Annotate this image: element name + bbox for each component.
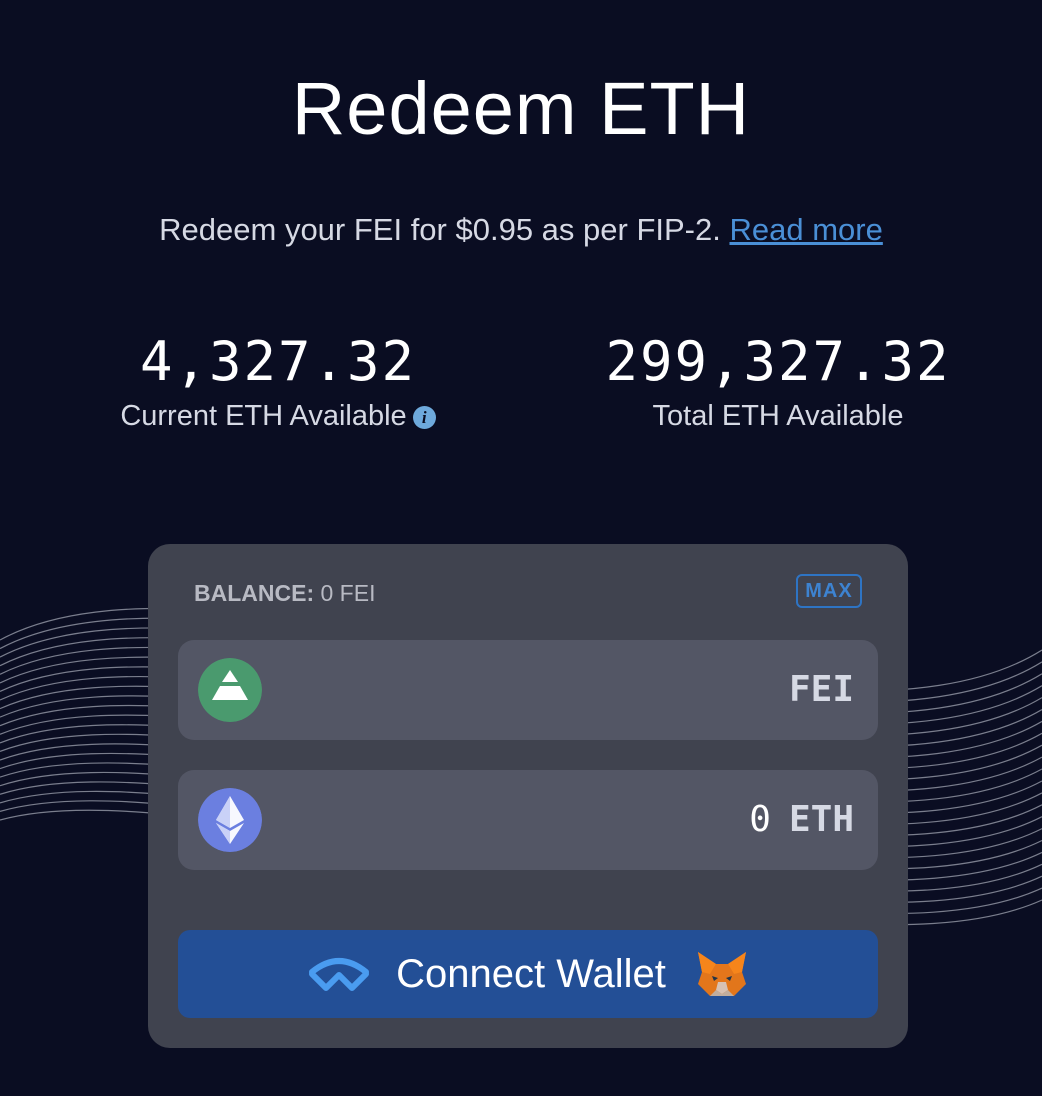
balance-display: BALANCE: 0 FEI — [194, 580, 375, 607]
fei-unit-label: FEI — [788, 669, 854, 710]
total-eth-value: 299,327.32 — [605, 330, 951, 393]
metamask-fox-icon — [697, 952, 746, 996]
page-subtitle: Redeem your FEI for $0.95 as per FIP-2. … — [0, 212, 1042, 248]
current-eth-label: Current ETH Available — [120, 400, 407, 432]
eth-output-field[interactable]: 0 ETH — [178, 770, 878, 870]
eth-amount-value: 0 — [749, 799, 771, 840]
max-button[interactable]: MAX — [796, 574, 862, 608]
walletconnect-icon — [309, 958, 370, 991]
subtitle-text: Redeem your FEI for $0.95 as per FIP-2. — [159, 212, 721, 247]
fei-field-right: FEI — [771, 640, 854, 740]
balance-value: 0 FEI — [320, 580, 376, 606]
eth-token-icon — [198, 788, 262, 852]
connect-wallet-label: Connect Wallet — [396, 951, 666, 996]
redeem-page: Redeem ETH Redeem your FEI for $0.95 as … — [0, 0, 1042, 1096]
info-icon[interactable]: i — [412, 406, 436, 429]
total-eth-stat: 299,327.32 Total ETH Available — [578, 328, 978, 433]
total-eth-label: Total ETH Available — [652, 400, 904, 432]
eth-unit-label: ETH — [788, 799, 854, 840]
current-eth-value: 4,327.32 — [139, 330, 417, 393]
current-eth-stat: 4,327.32 Current ETH Available i — [78, 328, 478, 433]
balance-label: BALANCE: — [194, 580, 315, 606]
eth-field-right: 0 ETH — [749, 770, 854, 870]
redeem-card: BALANCE: 0 FEI MAX FEI 0 ETH Connect Wal… — [148, 544, 908, 1048]
page-title: Redeem ETH — [291, 67, 751, 150]
fei-token-icon — [198, 658, 262, 722]
connect-wallet-button[interactable]: Connect Wallet — [178, 930, 878, 1018]
read-more-link[interactable]: Read more — [729, 212, 882, 247]
fei-input-field[interactable]: FEI — [178, 640, 878, 740]
current-eth-label-row: Current ETH Available i — [78, 400, 478, 433]
